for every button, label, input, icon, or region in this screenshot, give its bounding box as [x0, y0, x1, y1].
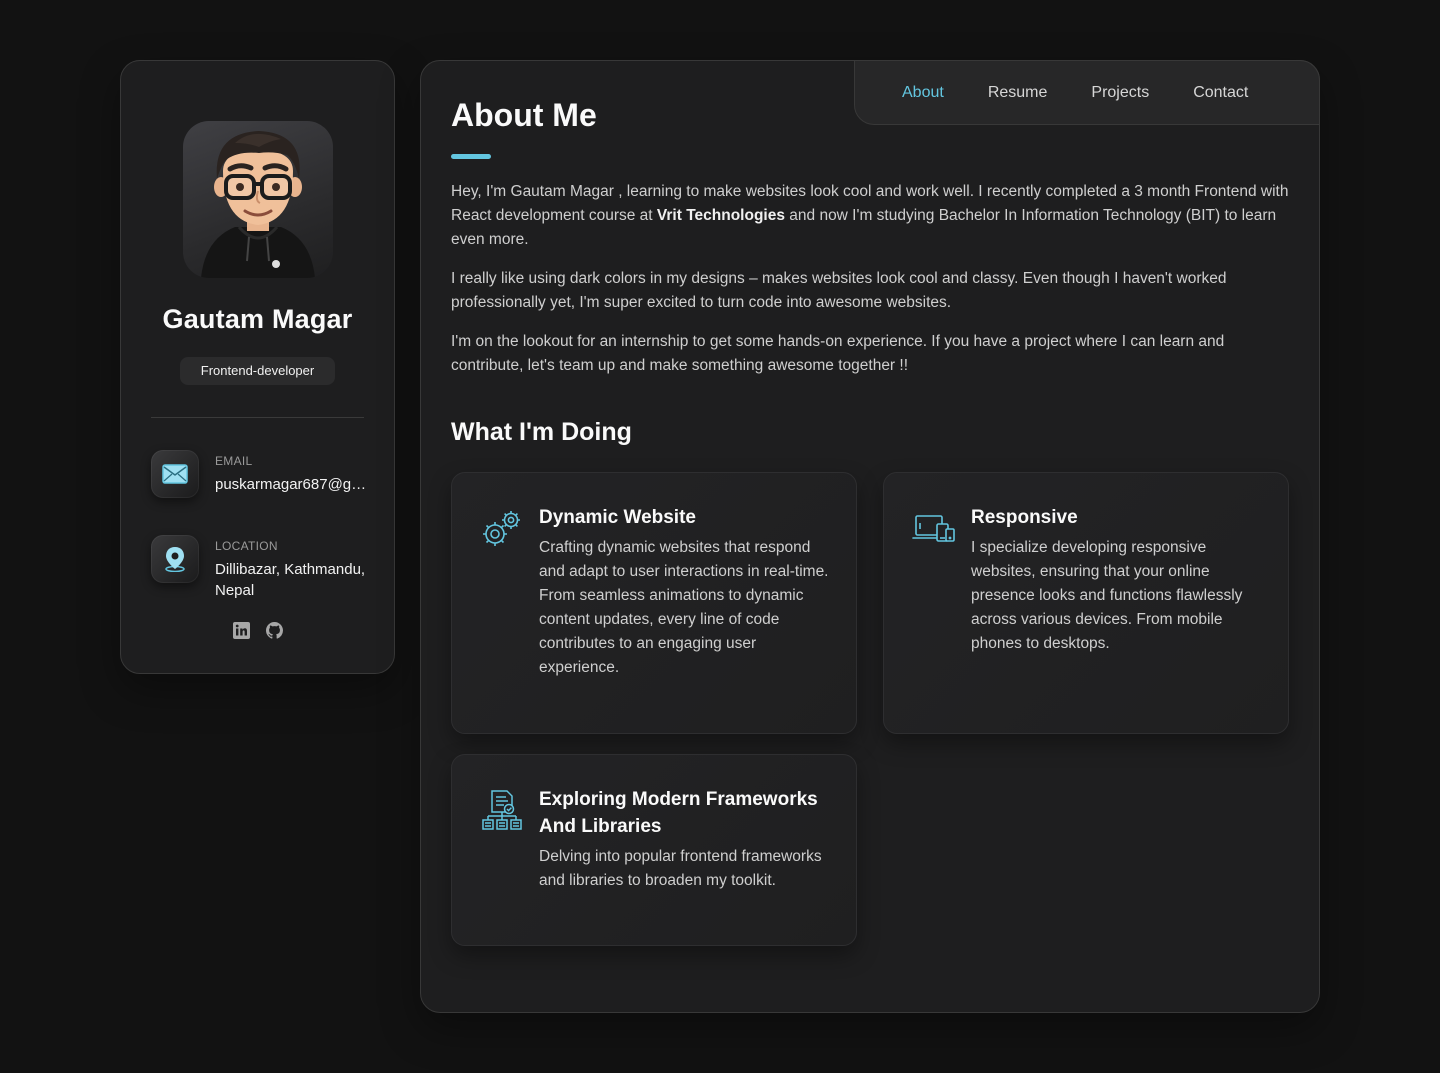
about-paragraph: I'm on the lookout for an internship to … — [451, 333, 1225, 374]
profile-name: Gautam Magar — [162, 304, 353, 334]
linkedin-icon[interactable] — [232, 621, 250, 639]
avatar — [183, 121, 333, 278]
sidebar: Gautam Magar Frontend-developer EMAIL pu… — [120, 60, 395, 674]
service-card: Exploring Modern Frameworks And Librarie… — [451, 754, 857, 946]
location-pin-icon — [151, 535, 199, 583]
navbar: About Resume Projects Contact — [854, 60, 1320, 125]
avatar-illustration — [201, 131, 315, 278]
portfolio-page: Gautam Magar Frontend-developer EMAIL pu… — [0, 0, 1440, 1073]
nav-link-about[interactable]: About — [902, 84, 944, 102]
separator — [151, 417, 364, 418]
service-text: Crafting dynamic websites that respond a… — [539, 539, 829, 676]
about-paragraph: Hey, I'm Gautam Magar , learning to make… — [451, 180, 1296, 252]
contact-label: LOCATION — [215, 539, 278, 553]
location-value: Dillibazar, Kathmandu, Nepal — [215, 561, 366, 599]
nav-link-resume[interactable]: Resume — [988, 84, 1048, 102]
job-title-badge: Frontend-developer — [180, 357, 335, 385]
page-title: About Me — [451, 97, 597, 133]
service-title: Dynamic Website — [539, 507, 696, 528]
title-underline — [451, 154, 491, 159]
service-text: Delving into popular frontend frameworks… — [539, 848, 822, 889]
nav-link-contact[interactable]: Contact — [1193, 84, 1248, 102]
email-link[interactable]: puskarmagar687@gmail.com — [215, 474, 367, 495]
mail-icon — [151, 450, 199, 498]
framework-tree-icon — [480, 789, 524, 833]
gears-icon — [480, 507, 524, 551]
about-paragraph: I really like using dark colors in my de… — [451, 270, 1227, 311]
nav-link-projects[interactable]: Projects — [1091, 84, 1149, 102]
main-content: About Resume Projects Contact About Me H… — [420, 60, 1320, 1013]
devices-icon — [912, 507, 956, 551]
service-title: Exploring Modern Frameworks And Librarie… — [539, 789, 818, 837]
services-title: What I'm Doing — [451, 418, 632, 446]
service-card: Responsive I specialize developing respo… — [883, 472, 1289, 734]
service-text: I specialize developing responsive websi… — [971, 539, 1243, 652]
social-links — [121, 621, 394, 639]
about-p1-company: Vrit Technologies — [656, 207, 785, 224]
contact-label: EMAIL — [215, 454, 253, 468]
about-text: Hey, I'm Gautam Magar , learning to make… — [451, 180, 1296, 393]
service-title: Responsive — [971, 507, 1078, 528]
github-icon[interactable] — [265, 621, 283, 639]
service-card: Dynamic Website Crafting dynamic website… — [451, 472, 857, 734]
